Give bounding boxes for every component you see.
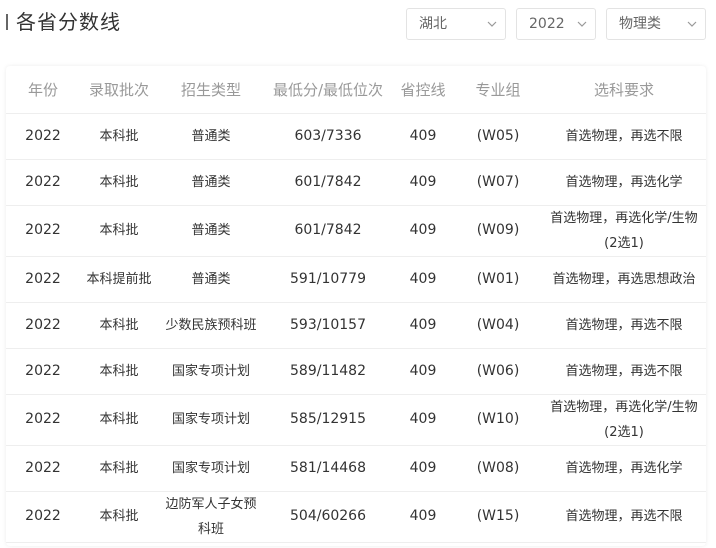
cell-enroll-type: 普通类 (158, 205, 264, 257)
subject-type-select-value: 物理类 (619, 16, 661, 32)
header-year: 年份 (6, 66, 80, 114)
cell-subject-requirement: 首选物理，再选思想政治 (542, 256, 706, 303)
cell-enroll-type: 国家专项计划 (158, 348, 264, 395)
cell-major-group: (W10) (454, 394, 542, 446)
table-row: 2022 本科批 普通类 601/7842 409 (W09) 首选物理，再选化… (6, 205, 706, 257)
cell-subject-requirement: 首选物理，再选不限 (542, 491, 706, 543)
cell-major-group: (W04) (454, 302, 542, 349)
cell-enroll-type: 国家专项计划 (158, 445, 264, 492)
page-title: 各省分数线 (16, 10, 121, 34)
cell-major-group: (W05) (454, 113, 542, 160)
cell-min-score-rank: 504/60266 (264, 491, 392, 543)
score-table-card: 年份 录取批次 招生类型 最低分/最低位次 省控线 专业组 选科要求 2022 … (6, 66, 706, 546)
cell-min-score-rank: 585/12915 (264, 394, 392, 446)
chevron-down-icon (487, 20, 497, 28)
cell-enroll-type: 少数民族预科班 (158, 302, 264, 349)
table-row: 2022 本科批 国家专项计划 581/14468 409 (W08) 首选物理… (6, 445, 706, 492)
cell-subject-requirement: 首选物理，再选化学 (542, 445, 706, 492)
cell-subject-requirement: 首选物理，再选不限 (542, 348, 706, 395)
cell-major-group: (W01) (454, 256, 542, 303)
cell-major-group: (W09) (454, 205, 542, 257)
cell-control-line: 409 (392, 302, 454, 349)
cell-enroll-type: 普通类 (158, 113, 264, 160)
cell-subject-requirement: 首选物理，再选化学/生物(2选1) (542, 394, 706, 446)
cell-enroll-type: 普通类 (158, 256, 264, 303)
cell-control-line: 409 (392, 113, 454, 160)
cell-control-line: 409 (392, 256, 454, 303)
cell-subject-requirement: 首选物理，再选不限 (542, 113, 706, 160)
cell-enroll-type: 普通类 (158, 159, 264, 206)
subject-type-select[interactable]: 物理类 (606, 8, 706, 40)
cell-control-line: 409 (392, 159, 454, 206)
cell-major-group: (W15) (454, 491, 542, 543)
cell-control-line: 409 (392, 205, 454, 257)
chevron-down-icon (687, 20, 697, 28)
year-select-value: 2022 (529, 16, 565, 32)
table-header-row: 年份 录取批次 招生类型 最低分/最低位次 省控线 专业组 选科要求 (6, 66, 706, 114)
table-row: 2022 本科批 边防军人子女预科班 504/60266 409 (W15) 首… (6, 491, 706, 543)
cell-subject-requirement: 首选物理，再选不限 (542, 302, 706, 349)
cell-min-score-rank: 581/14468 (264, 445, 392, 492)
cell-batch: 本科批 (80, 445, 158, 492)
cell-year: 2022 (6, 445, 80, 492)
province-select[interactable]: 湖北 (406, 8, 506, 40)
year-select[interactable]: 2022 (516, 8, 596, 40)
cell-batch: 本科批 (80, 302, 158, 349)
cell-min-score-rank: 591/10779 (264, 256, 392, 303)
chevron-down-icon (577, 20, 587, 28)
table-row: 2022 本科批 普通类 603/7336 409 (W05) 首选物理，再选不… (6, 113, 706, 160)
cell-year: 2022 (6, 159, 80, 206)
cell-enroll-type: 国家专项计划 (158, 394, 264, 446)
cell-batch: 本科批 (80, 159, 158, 206)
cell-major-group: (W08) (454, 445, 542, 492)
cell-min-score-rank: 603/7336 (264, 113, 392, 160)
cell-batch: 本科提前批 (80, 256, 158, 303)
cell-min-score-rank: 589/11482 (264, 348, 392, 395)
table-row: 2022 本科批 国家专项计划 585/12915 409 (W10) 首选物理… (6, 394, 706, 446)
cell-control-line: 409 (392, 491, 454, 543)
table-row: 2022 本科批 国家专项计划 589/11482 409 (W06) 首选物理… (6, 348, 706, 395)
cell-min-score-rank: 601/7842 (264, 159, 392, 206)
score-table: 年份 录取批次 招生类型 最低分/最低位次 省控线 专业组 选科要求 2022 … (6, 66, 706, 543)
province-select-value: 湖北 (419, 16, 447, 32)
cell-batch: 本科批 (80, 394, 158, 446)
cell-subject-requirement: 首选物理，再选化学/生物(2选1) (542, 205, 706, 257)
cell-control-line: 409 (392, 348, 454, 395)
cell-min-score-rank: 601/7842 (264, 205, 392, 257)
page-header: 各省分数线 湖北 2022 物理类 (0, 0, 716, 48)
cell-year: 2022 (6, 205, 80, 257)
cell-year: 2022 (6, 348, 80, 395)
header-enroll-type: 招生类型 (158, 66, 264, 114)
cell-batch: 本科批 (80, 348, 158, 395)
cell-year: 2022 (6, 394, 80, 446)
header-subject-requirement: 选科要求 (542, 66, 706, 114)
table-row: 2022 本科批 少数民族预科班 593/10157 409 (W04) 首选物… (6, 302, 706, 349)
cell-major-group: (W06) (454, 348, 542, 395)
cell-batch: 本科批 (80, 491, 158, 543)
cell-enroll-type: 边防军人子女预科班 (158, 491, 264, 543)
header-min-score-rank: 最低分/最低位次 (264, 66, 392, 114)
header-batch: 录取批次 (80, 66, 158, 114)
header-control-line: 省控线 (392, 66, 454, 114)
cell-year: 2022 (6, 256, 80, 303)
cell-batch: 本科批 (80, 205, 158, 257)
cell-control-line: 409 (392, 445, 454, 492)
cell-year: 2022 (6, 302, 80, 349)
cell-subject-requirement: 首选物理，再选化学 (542, 159, 706, 206)
cell-batch: 本科批 (80, 113, 158, 160)
table-row: 2022 本科批 普通类 601/7842 409 (W07) 首选物理，再选化… (6, 159, 706, 206)
cell-year: 2022 (6, 113, 80, 160)
table-row: 2022 本科提前批 普通类 591/10779 409 (W01) 首选物理，… (6, 256, 706, 303)
cell-min-score-rank: 593/10157 (264, 302, 392, 349)
header-major-group: 专业组 (454, 66, 542, 114)
cell-control-line: 409 (392, 394, 454, 446)
cell-major-group: (W07) (454, 159, 542, 206)
cell-year: 2022 (6, 491, 80, 543)
title-accent-bar (6, 14, 8, 30)
